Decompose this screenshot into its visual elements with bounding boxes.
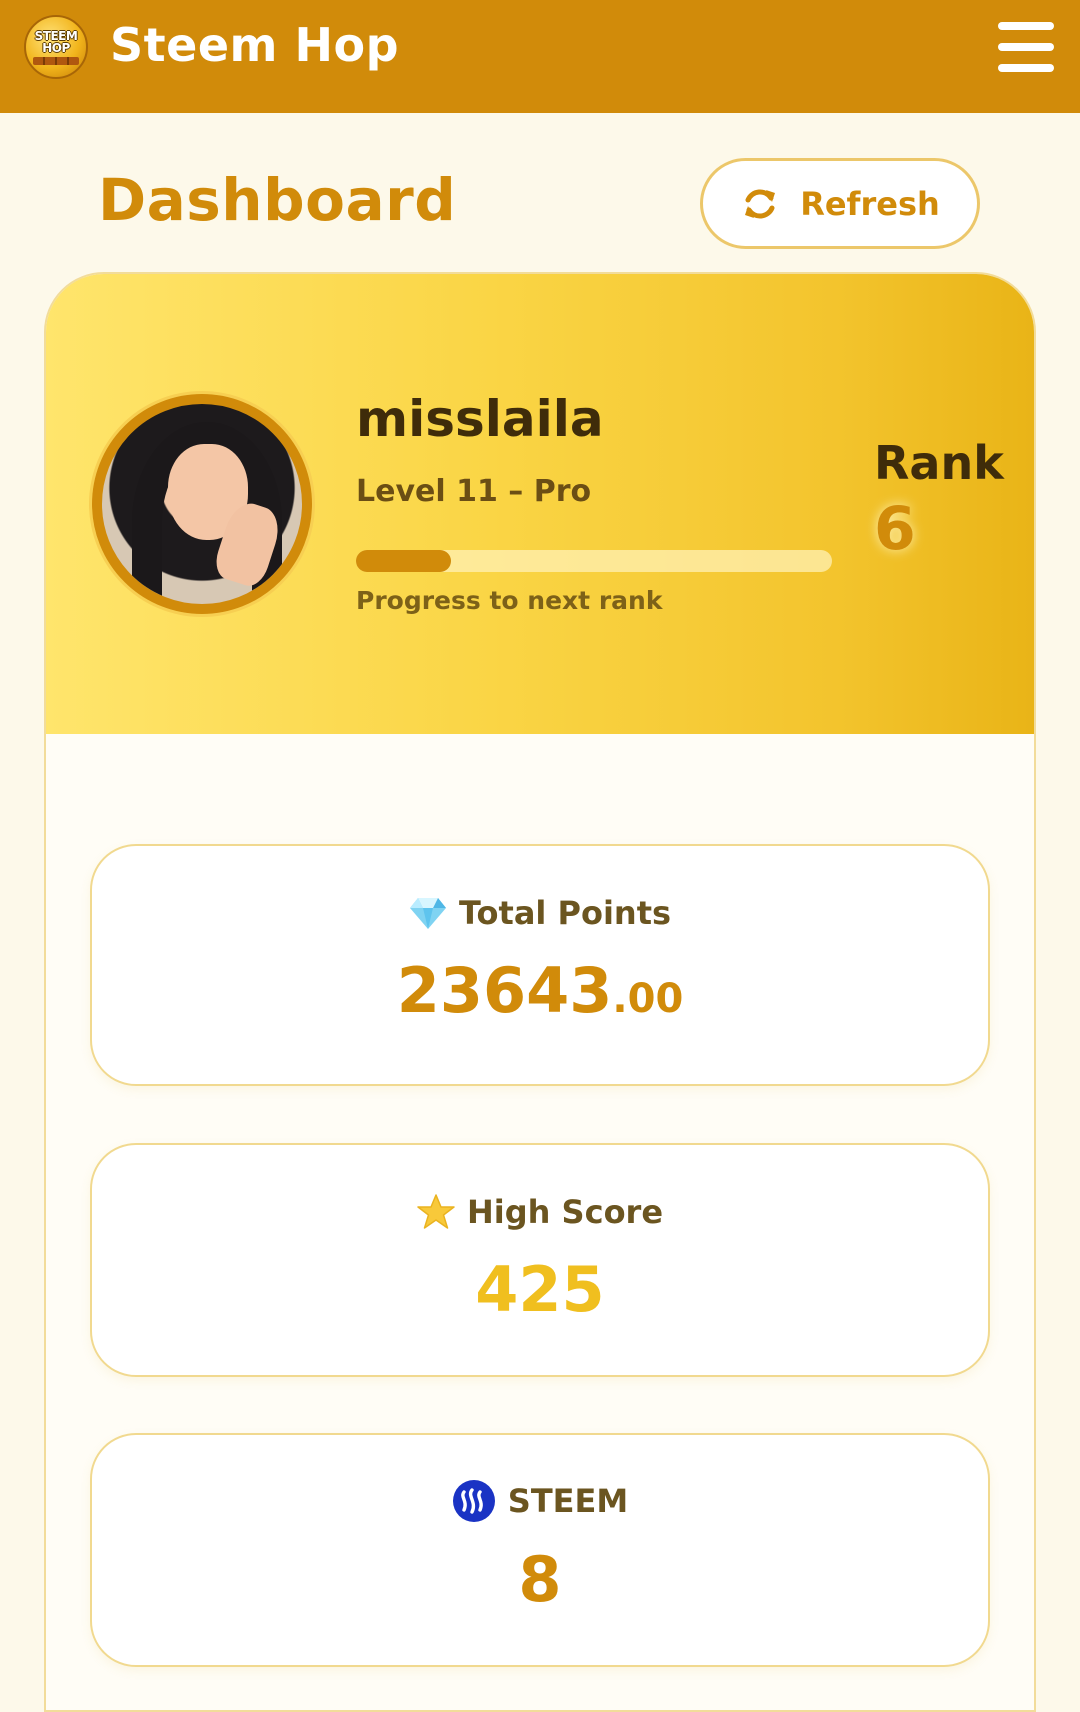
total-points-value: 23643.00 bbox=[92, 954, 988, 1027]
rank-value: 6 bbox=[874, 494, 916, 564]
refresh-label: Refresh bbox=[800, 184, 940, 223]
profile-banner: misslaila Level 11 – Pro Progress to nex… bbox=[46, 274, 1034, 734]
level-text: Level 11 – Pro bbox=[356, 474, 592, 509]
app-logo[interactable]: STEEM HOP bbox=[24, 15, 88, 79]
hamburger-menu-icon[interactable] bbox=[996, 20, 1056, 74]
logo-text-line2: HOP bbox=[42, 40, 70, 55]
avatar[interactable] bbox=[92, 394, 312, 614]
profile-card: misslaila Level 11 – Pro Progress to nex… bbox=[44, 272, 1036, 1712]
total-points-header: Total Points bbox=[92, 894, 988, 932]
page-title: Dashboard bbox=[98, 166, 457, 234]
high-score-header: High Score bbox=[92, 1193, 988, 1231]
rank-label: Rank bbox=[874, 436, 1004, 490]
menu-bar bbox=[998, 43, 1054, 51]
steem-value: 8 bbox=[518, 1543, 562, 1616]
high-score-value: 425 bbox=[475, 1253, 605, 1326]
top-app-bar: STEEM HOP Steem Hop bbox=[0, 0, 1080, 113]
logo-text-line1: STEEM bbox=[34, 28, 78, 43]
star-icon bbox=[417, 1194, 455, 1230]
steem-card: STEEM 8 bbox=[90, 1433, 990, 1667]
refresh-icon bbox=[740, 184, 780, 224]
logo-bricks bbox=[33, 56, 79, 65]
menu-bar bbox=[998, 64, 1054, 72]
total-points-decimals: .00 bbox=[612, 976, 684, 1022]
steem-header: STEEM bbox=[92, 1479, 988, 1523]
refresh-button[interactable]: Refresh bbox=[700, 158, 980, 249]
high-score-label: High Score bbox=[466, 1193, 664, 1231]
username: misslaila bbox=[356, 390, 604, 448]
total-points-card: Total Points 23643.00 bbox=[90, 844, 990, 1086]
rank-progress-fill bbox=[356, 550, 452, 572]
high-score-card: High Score 425 bbox=[90, 1143, 990, 1377]
diamond-icon bbox=[409, 896, 447, 930]
menu-bar bbox=[998, 22, 1054, 30]
rank-progress-bar bbox=[356, 550, 832, 572]
total-points-integer: 23643 bbox=[396, 954, 613, 1027]
progress-caption: Progress to next rank bbox=[356, 586, 663, 615]
total-points-label: Total Points bbox=[458, 894, 672, 932]
steem-label: STEEM bbox=[507, 1482, 629, 1520]
app-title[interactable]: Steem Hop bbox=[110, 18, 399, 72]
steem-logo-icon bbox=[452, 1479, 496, 1523]
